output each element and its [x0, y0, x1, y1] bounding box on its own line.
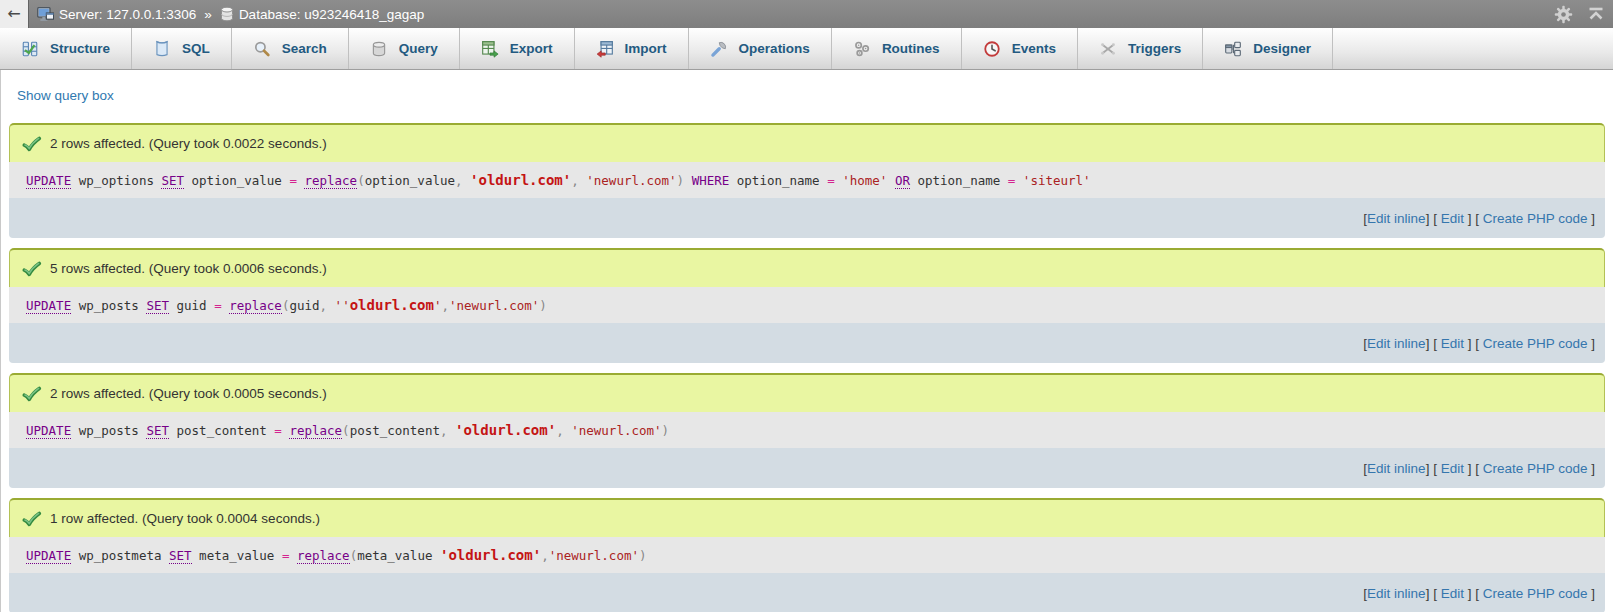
database-label: Database: u923246418_gagap — [239, 7, 424, 22]
success-text: 2 rows affected. (Query took 0.0022 seco… — [50, 136, 327, 151]
query-actions: [Edit inline] [ Edit ] [ Create PHP code… — [9, 323, 1605, 363]
show-query-box-link[interactable]: Show query box — [17, 88, 114, 103]
designer-icon — [1224, 40, 1242, 58]
create-php-code-link[interactable]: Create PHP code — [1483, 461, 1588, 476]
events-icon — [983, 40, 1001, 58]
edit-inline-link[interactable]: Edit inline — [1367, 461, 1426, 476]
tab-label: Export — [510, 41, 553, 56]
server-crumb[interactable]: Server: 127.0.0.1:3306 — [37, 6, 196, 23]
edit-link[interactable]: Edit — [1441, 336, 1464, 351]
success-message: 5 rows affected. (Query took 0.0006 seco… — [9, 248, 1605, 287]
success-message: 2 rows affected. (Query took 0.0022 seco… — [9, 123, 1605, 162]
tab-sql[interactable]: SQL — [132, 28, 232, 69]
create-php-code-link[interactable]: Create PHP code — [1483, 336, 1588, 351]
edit-link[interactable]: Edit — [1441, 211, 1464, 226]
success-message: 2 rows affected. (Query took 0.0005 seco… — [9, 373, 1605, 412]
sql-query: UPDATE wp_posts SET post_content = repla… — [9, 412, 1605, 448]
tab-search[interactable]: Search — [232, 28, 349, 69]
export-icon — [481, 40, 499, 58]
operations-icon — [710, 40, 728, 58]
success-check-icon — [22, 386, 42, 402]
tab-label: Operations — [739, 41, 810, 56]
tab-events[interactable]: Events — [962, 28, 1078, 69]
structure-icon — [21, 40, 39, 58]
tab-label: Triggers — [1128, 41, 1181, 56]
tab-label: Import — [625, 41, 667, 56]
sql-icon — [153, 40, 171, 58]
main-content: Show query box 2 rows affected. (Query t… — [0, 70, 1613, 612]
tab-label: Search — [282, 41, 327, 56]
breadcrumb: Server: 127.0.0.1:3306 » Database: u9232… — [37, 6, 424, 23]
tab-designer[interactable]: Designer — [1203, 28, 1333, 69]
tab-triggers[interactable]: Triggers — [1078, 28, 1203, 69]
query-actions: [Edit inline] [ Edit ] [ Create PHP code… — [9, 198, 1605, 238]
tab-label: Routines — [882, 41, 940, 56]
query-result-block: 1 row affected. (Query took 0.0004 secon… — [9, 498, 1605, 612]
tab-structure[interactable]: Structure — [0, 28, 132, 69]
query-result-block: 5 rows affected. (Query took 0.0006 seco… — [9, 248, 1605, 363]
edit-inline-link[interactable]: Edit inline — [1367, 586, 1426, 601]
tab-import[interactable]: Import — [575, 28, 689, 69]
back-arrow-icon: ← — [7, 4, 20, 23]
edit-link[interactable]: Edit — [1441, 461, 1464, 476]
tab-label: Events — [1012, 41, 1056, 56]
database-icon — [220, 6, 234, 22]
success-text: 1 row affected. (Query took 0.0004 secon… — [50, 511, 320, 526]
query-result-block: 2 rows affected. (Query took 0.0005 seco… — [9, 373, 1605, 488]
query-result-block: 2 rows affected. (Query took 0.0022 seco… — [9, 123, 1605, 238]
success-check-icon — [22, 261, 42, 277]
success-check-icon — [22, 511, 42, 527]
collapse-panel-icon[interactable] — [1586, 4, 1606, 24]
server-icon — [37, 6, 54, 23]
triggers-icon — [1099, 40, 1117, 58]
tab-label: Structure — [50, 41, 110, 56]
success-check-icon — [22, 136, 42, 152]
nav-tabs: Structure SQL Search Query Export Import… — [0, 28, 1613, 70]
settings-gear-icon[interactable] — [1554, 5, 1573, 24]
tab-export[interactable]: Export — [460, 28, 575, 69]
create-php-code-link[interactable]: Create PHP code — [1483, 586, 1588, 601]
search-icon — [253, 40, 271, 58]
query-actions: [Edit inline] [ Edit ] [ Create PHP code… — [9, 448, 1605, 488]
breadcrumb-separator: » — [204, 7, 212, 22]
sql-query: UPDATE wp_postmeta SET meta_value = repl… — [9, 537, 1605, 573]
import-icon — [596, 40, 614, 58]
server-label: Server: 127.0.0.1:3306 — [59, 7, 196, 22]
tab-label: Query — [399, 41, 438, 56]
success-text: 2 rows affected. (Query took 0.0005 seco… — [50, 386, 327, 401]
top-bar: ← Server: 127.0.0.1:3306 » Database: u92… — [0, 0, 1613, 28]
tab-operations[interactable]: Operations — [689, 28, 832, 69]
query-icon — [370, 40, 388, 58]
results: 2 rows affected. (Query took 0.0022 seco… — [9, 123, 1605, 612]
database-crumb[interactable]: Database: u923246418_gagap — [220, 6, 424, 22]
success-message: 1 row affected. (Query took 0.0004 secon… — [9, 498, 1605, 537]
query-actions: [Edit inline] [ Edit ] [ Create PHP code… — [9, 573, 1605, 612]
edit-link[interactable]: Edit — [1441, 586, 1464, 601]
tab-label: SQL — [182, 41, 210, 56]
routines-icon — [853, 40, 871, 58]
tab-label: Designer — [1253, 41, 1311, 56]
tab-routines[interactable]: Routines — [832, 28, 962, 69]
edit-inline-link[interactable]: Edit inline — [1367, 336, 1426, 351]
sql-query: UPDATE wp_options SET option_value = rep… — [9, 162, 1605, 198]
create-php-code-link[interactable]: Create PHP code — [1483, 211, 1588, 226]
tab-query[interactable]: Query — [349, 28, 460, 69]
edit-inline-link[interactable]: Edit inline — [1367, 211, 1426, 226]
sql-query: UPDATE wp_posts SET guid = replace(guid,… — [9, 287, 1605, 323]
back-button[interactable]: ← — [0, 0, 29, 28]
success-text: 5 rows affected. (Query took 0.0006 seco… — [50, 261, 327, 276]
